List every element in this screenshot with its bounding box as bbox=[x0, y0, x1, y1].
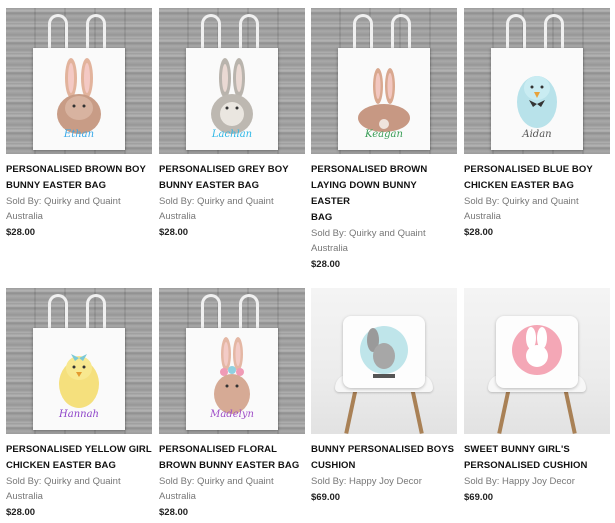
product-seller-location: Australia bbox=[464, 211, 501, 222]
product-seller: Sold By: Quirky and Quaint bbox=[6, 476, 121, 487]
chair-leg bbox=[497, 388, 511, 434]
product-seller: Sold By: Quirky and Quaint bbox=[159, 476, 274, 487]
tote-bag: Hannah bbox=[33, 328, 125, 430]
product-title[interactable]: PERSONALISED BROWN LAYING DOWN BUNNY EAST… bbox=[311, 162, 457, 226]
product-seller-location: Australia bbox=[6, 491, 43, 502]
product-image[interactable]: Madelyn bbox=[159, 288, 305, 434]
product-image[interactable]: Hannah bbox=[6, 288, 152, 434]
product-title[interactable]: PERSONALISED BROWN BOY BUNNY EASTER BAG bbox=[6, 162, 152, 194]
chair-leg bbox=[344, 388, 358, 434]
product-seller: Sold By: Quirky and Quaint bbox=[6, 196, 121, 207]
personalised-name: Hannah bbox=[59, 409, 99, 420]
product-seller: Sold By: Quirky and Quaint bbox=[311, 228, 426, 239]
product-card[interactable]: Ethan PERSONALISED BROWN BOY BUNNY EASTER… bbox=[6, 8, 152, 241]
personalised-name: Lachlan bbox=[211, 129, 253, 140]
cushion bbox=[343, 316, 425, 388]
product-seller-location: Australia bbox=[311, 243, 348, 254]
personalised-name: Madelyn bbox=[210, 409, 254, 420]
product-price: $28.00 bbox=[311, 259, 341, 270]
product-price: $28.00 bbox=[464, 227, 494, 238]
cushion bbox=[496, 316, 578, 388]
product-card[interactable]: Lachlan PERSONALISED GREY BOY BUNNY EASTE… bbox=[159, 8, 305, 241]
product-seller: Sold By: Happy Joy Decor bbox=[311, 476, 422, 487]
product-card[interactable]: Keagan PERSONALISED BROWN LAYING DOWN BUN… bbox=[311, 8, 457, 273]
tote-bag: Lachlan bbox=[186, 48, 278, 150]
personalised-name: Ethan bbox=[63, 129, 95, 140]
product-image[interactable]: Aidan bbox=[464, 8, 610, 154]
product-price: $28.00 bbox=[6, 227, 36, 238]
product-price: $28.00 bbox=[159, 227, 189, 238]
product-seller-location: Australia bbox=[159, 491, 196, 502]
product-seller-location: Australia bbox=[159, 211, 196, 222]
product-seller: Sold By: Quirky and Quaint bbox=[464, 196, 579, 207]
tote-bag: Ethan bbox=[33, 48, 125, 150]
bunny-cushion-icon bbox=[360, 326, 408, 378]
tote-bag: Keagan bbox=[338, 48, 430, 150]
product-seller: Sold By: Quirky and Quaint bbox=[159, 196, 274, 207]
personalised-name: Aidan bbox=[522, 129, 552, 140]
chair-leg bbox=[410, 388, 424, 434]
personalised-name: Keagan bbox=[365, 129, 403, 140]
product-price: $28.00 bbox=[6, 507, 36, 518]
product-title[interactable]: SWEET BUNNY GIRL'S PERSONALISED CUSHION bbox=[464, 442, 610, 474]
product-title[interactable]: PERSONALISED YELLOW GIRL CHICKEN EASTER B… bbox=[6, 442, 152, 474]
product-image[interactable]: Lachlan bbox=[159, 8, 305, 154]
product-price: $69.00 bbox=[311, 492, 341, 503]
product-image[interactable]: Ethan bbox=[6, 8, 152, 154]
product-image[interactable] bbox=[311, 288, 457, 434]
product-price: $69.00 bbox=[464, 492, 494, 503]
product-title[interactable]: PERSONALISED BLUE BOY CHICKEN EASTER BAG bbox=[464, 162, 610, 194]
product-title[interactable]: PERSONALISED GREY BOY BUNNY EASTER BAG bbox=[159, 162, 305, 194]
product-image[interactable] bbox=[464, 288, 610, 434]
product-image[interactable]: Keagan bbox=[311, 8, 457, 154]
product-card[interactable]: Madelyn PERSONALISED FLORAL BROWN BUNNY E… bbox=[159, 288, 305, 521]
product-seller-location: Australia bbox=[6, 211, 43, 222]
tote-bag: Madelyn bbox=[186, 328, 278, 430]
product-title[interactable]: PERSONALISED FLORAL BROWN BUNNY EASTER BA… bbox=[159, 442, 305, 474]
product-card[interactable]: Hannah PERSONALISED YELLOW GIRL CHICKEN E… bbox=[6, 288, 152, 521]
product-price: $28.00 bbox=[159, 507, 189, 518]
product-card[interactable]: Aidan PERSONALISED BLUE BOY CHICKEN EASTE… bbox=[464, 8, 610, 241]
product-card[interactable]: BUNNY PERSONALISED BOYS CUSHION Sold By: … bbox=[311, 288, 457, 506]
tote-bag: Aidan bbox=[491, 48, 583, 150]
chair-leg bbox=[563, 388, 577, 434]
product-title[interactable]: BUNNY PERSONALISED BOYS CUSHION bbox=[311, 442, 457, 474]
pink-bunny-cushion-icon bbox=[512, 325, 562, 375]
product-card[interactable]: SWEET BUNNY GIRL'S PERSONALISED CUSHION S… bbox=[464, 288, 610, 506]
product-seller: Sold By: Happy Joy Decor bbox=[464, 476, 575, 487]
